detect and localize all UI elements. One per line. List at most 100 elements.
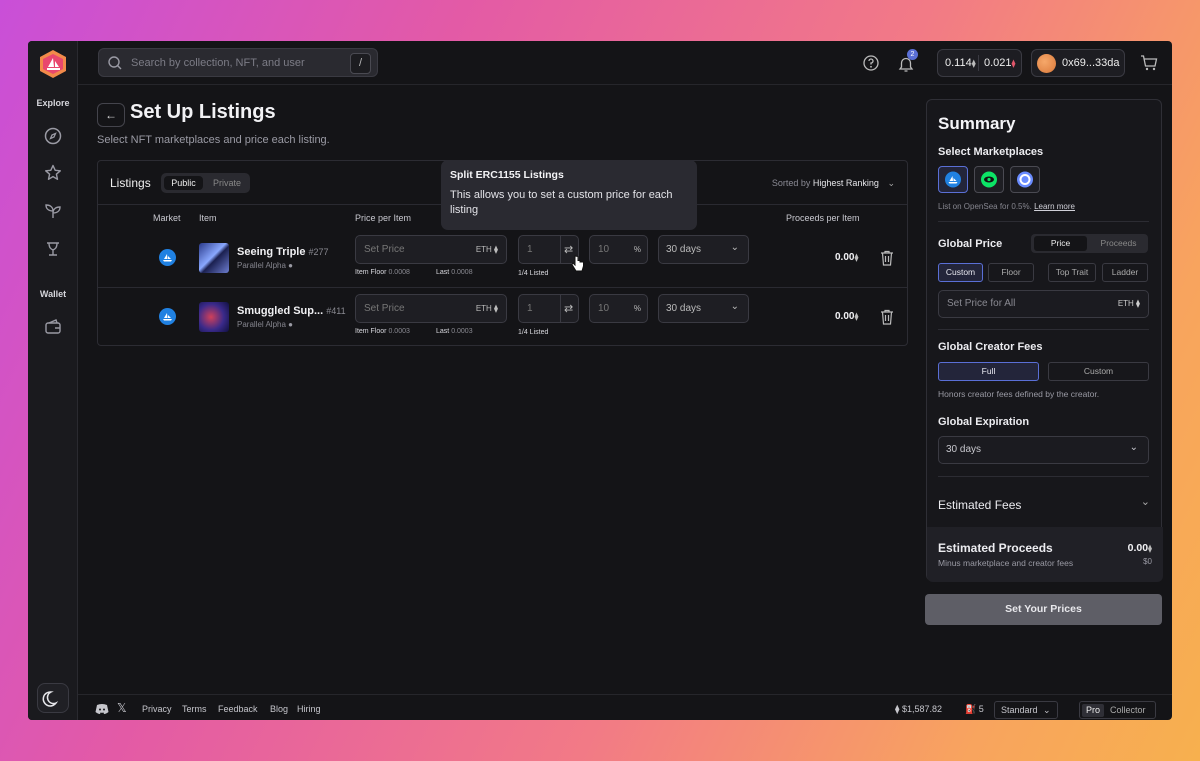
summary-panel: Summary Select Marketplaces List on Open… xyxy=(926,99,1163,582)
global-expiration-select[interactable]: 30 days ⌄ xyxy=(938,436,1149,464)
item-name[interactable]: Smuggled Sup... #411 xyxy=(237,305,346,317)
listed-count: 1/4 Listed xyxy=(518,329,549,336)
marketplace-opensea-button[interactable] xyxy=(938,166,968,193)
verified-icon: ● xyxy=(288,261,293,270)
cursor-hand-icon xyxy=(571,255,585,273)
footer: 𝕏 Privacy Terms Feedback Blog Hiring ⧫ $… xyxy=(78,694,1172,720)
quantity-input[interactable]: 1 ⇄ xyxy=(518,235,579,264)
estimated-proceeds-label: Estimated Proceeds xyxy=(938,541,1053,555)
currency-selector[interactable]: ETH ⧫ xyxy=(1118,299,1140,308)
split-tooltip: Split ERC1155 Listings This allows you t… xyxy=(441,160,697,230)
app-logo[interactable] xyxy=(38,49,68,79)
marketplace-looksrare-button[interactable] xyxy=(974,166,1004,193)
global-price-input[interactable]: Set Price for All ETH ⧫ xyxy=(938,290,1149,318)
tab-public[interactable]: Public xyxy=(164,176,203,190)
discord-icon[interactable] xyxy=(95,702,109,714)
star-icon[interactable] xyxy=(43,163,63,183)
fees-custom-button[interactable]: Custom xyxy=(1048,362,1149,381)
verified-icon: ● xyxy=(288,320,293,329)
tooltip-title: Split ERC1155 Listings xyxy=(450,169,564,181)
trash-icon[interactable] xyxy=(880,250,894,266)
explore-label: Explore xyxy=(36,98,70,108)
search-shortcut: / xyxy=(350,53,371,74)
nft-thumbnail[interactable] xyxy=(199,302,229,332)
expiration-select[interactable]: 30 days ⌄ xyxy=(658,294,749,323)
proceeds-usd: $0 xyxy=(1143,557,1152,566)
bell-icon[interactable]: 2 xyxy=(895,49,918,75)
select-marketplaces-label: Select Marketplaces xyxy=(938,146,1044,158)
estimated-fees-toggle[interactable]: Estimated Fees xyxy=(938,498,1021,512)
sort-dropdown[interactable]: Sorted by Highest Ranking ⌄ xyxy=(772,178,895,189)
mode-pro[interactable]: Pro xyxy=(1082,704,1104,717)
creator-fees-label: Global Creator Fees xyxy=(938,341,1043,353)
opensea-note: List on OpenSea for 0.5%. Learn more xyxy=(938,202,1075,211)
price-option-floor[interactable]: Floor xyxy=(988,263,1034,282)
price-option-top-trait[interactable]: Top Trait xyxy=(1048,263,1096,282)
opensea-icon xyxy=(159,308,176,325)
toggle-proceeds[interactable]: Proceeds xyxy=(1091,236,1146,251)
item-name[interactable]: Seeing Triple #277 xyxy=(237,246,329,258)
cart-icon[interactable] xyxy=(1139,54,1159,72)
marketplace-x2y2-button[interactable] xyxy=(1010,166,1040,193)
split-icon[interactable]: ⇄ xyxy=(564,302,573,315)
chevron-down-icon: ⌄ xyxy=(1129,442,1138,453)
trash-icon[interactable] xyxy=(880,309,894,325)
trophy-icon[interactable] xyxy=(43,239,63,259)
price-input[interactable]: Set Price ETH ⧫ xyxy=(355,235,507,264)
last-sale: Last 0.0008 xyxy=(436,269,473,276)
arrow-left-icon: ← xyxy=(105,108,117,122)
sprout-icon[interactable] xyxy=(43,201,63,221)
quantity-input[interactable]: 1 ⇄ xyxy=(518,294,579,323)
footer-link-blog[interactable]: Blog xyxy=(270,704,288,714)
percent-input[interactable]: 10 % xyxy=(589,294,648,323)
back-button[interactable]: ← xyxy=(97,103,125,127)
expiration-label: Global Expiration xyxy=(938,416,1030,428)
currency-selector[interactable]: ETH ⧫ xyxy=(476,245,498,254)
mode-toggle: Pro Collector xyxy=(1079,701,1156,719)
footer-link-hiring[interactable]: Hiring xyxy=(297,704,321,714)
opensea-icon xyxy=(159,249,176,266)
compass-icon[interactable] xyxy=(43,126,63,146)
toggle-price[interactable]: Price xyxy=(1034,236,1087,251)
top-bar: Search by collection, NFT, and user / 2 … xyxy=(78,41,1172,85)
set-prices-button[interactable]: Set Your Prices xyxy=(925,594,1162,625)
wallet-address: 0x69...33da xyxy=(1062,57,1120,69)
expiration-select[interactable]: 30 days ⌄ xyxy=(658,235,749,264)
collection-name[interactable]: Parallel Alpha ● xyxy=(237,320,293,329)
footer-link-privacy[interactable]: Privacy xyxy=(142,704,172,714)
theme-toggle-button[interactable] xyxy=(37,683,69,713)
x-icon[interactable]: 𝕏 xyxy=(117,701,127,715)
search-bar[interactable]: Search by collection, NFT, and user / xyxy=(98,48,378,77)
wallet-button[interactable]: 0x69...33da xyxy=(1031,49,1125,77)
chevron-down-icon: ⌄ xyxy=(730,301,739,312)
item-floor: Item Floor 0.0003 xyxy=(355,328,410,335)
fees-full-button[interactable]: Full xyxy=(938,362,1039,381)
page-title: Set Up Listings xyxy=(130,101,276,123)
learn-more-link[interactable]: Learn more xyxy=(1034,202,1075,211)
wallet-icon[interactable] xyxy=(43,317,63,337)
percent-input[interactable]: 10 % xyxy=(589,235,648,264)
footer-link-terms[interactable]: Terms xyxy=(182,704,207,714)
item-floor: Item Floor 0.0008 xyxy=(355,269,410,276)
chevron-down-icon: ⌄ xyxy=(730,242,739,253)
price-option-custom[interactable]: Custom xyxy=(938,263,983,282)
visibility-toggle: Public Private xyxy=(161,173,250,193)
tab-private[interactable]: Private xyxy=(209,176,245,190)
avatar xyxy=(1037,54,1056,73)
mode-collector[interactable]: Collector xyxy=(1110,705,1146,715)
nft-thumbnail[interactable] xyxy=(199,243,229,273)
chevron-down-icon: ⌄ xyxy=(887,178,895,188)
balance-pill[interactable]: 0.114⧫ 0.021⧫ xyxy=(937,49,1022,77)
speed-select[interactable]: Standard ⌄ xyxy=(994,701,1058,719)
estimated-proceeds-box: Estimated Proceeds Minus marketplace and… xyxy=(927,527,1163,582)
search-placeholder: Search by collection, NFT, and user xyxy=(131,57,305,69)
price-option-ladder[interactable]: Ladder xyxy=(1102,263,1148,282)
collection-name[interactable]: Parallel Alpha ● xyxy=(237,261,293,270)
currency-selector[interactable]: ETH ⧫ xyxy=(476,304,498,313)
price-input[interactable]: Set Price ETH ⧫ xyxy=(355,294,507,323)
footer-link-feedback[interactable]: Feedback xyxy=(218,704,258,714)
summary-title: Summary xyxy=(938,114,1016,133)
chevron-down-icon[interactable]: ⌄ xyxy=(1141,495,1150,508)
price-mode-toggle: Price Proceeds xyxy=(1031,234,1148,253)
help-icon[interactable] xyxy=(862,54,880,72)
